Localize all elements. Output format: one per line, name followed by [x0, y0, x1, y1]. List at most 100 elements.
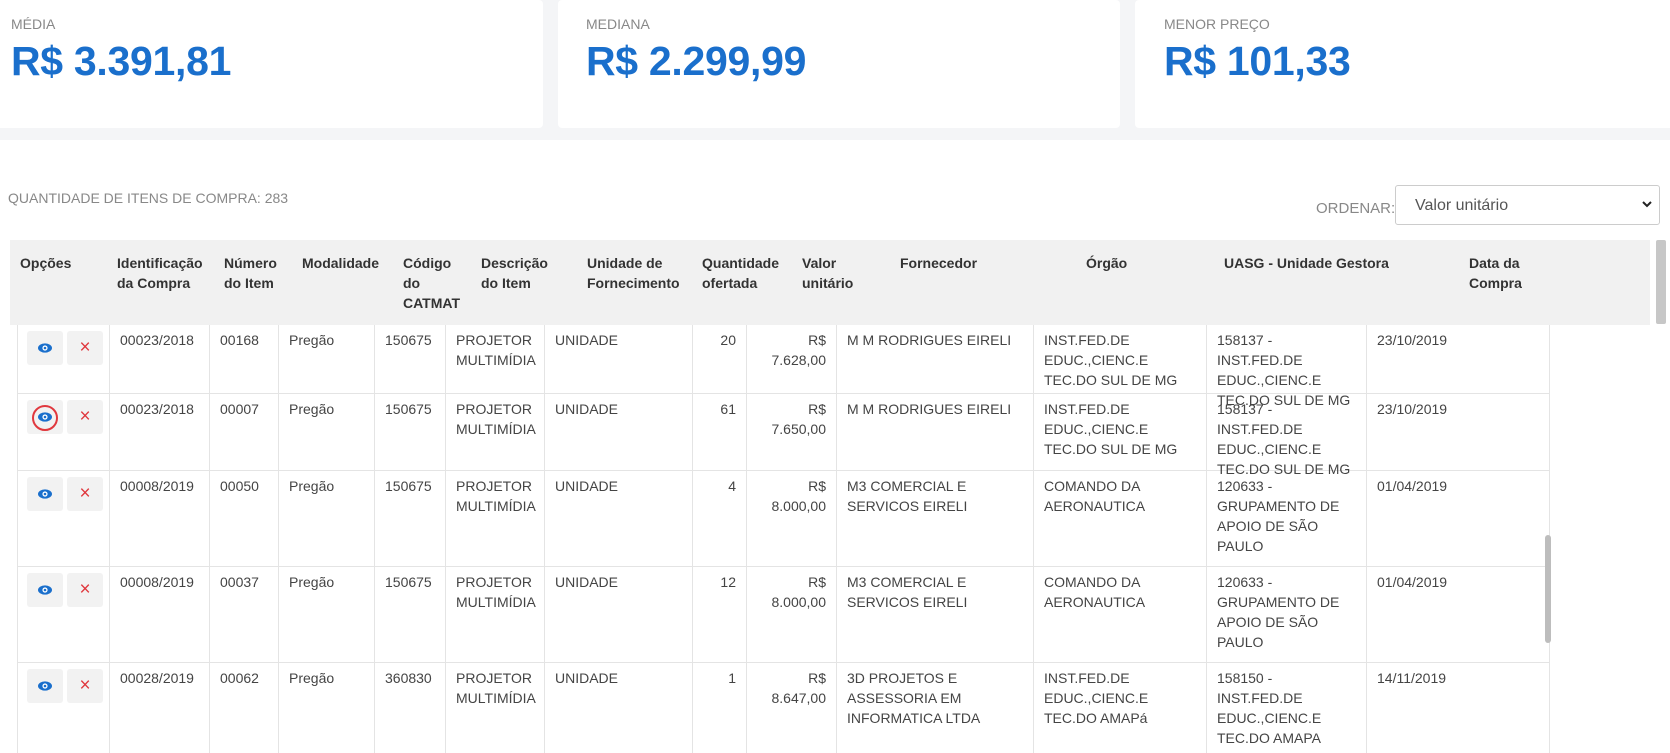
table-row: × 00023/2018 00168 Pregão 150675 PROJETO…: [18, 325, 1549, 408]
table-row: × 00028/2019 00062 Pregão 360830 PROJETO…: [18, 663, 1549, 753]
cell-codigo: 150675: [375, 325, 446, 393]
eye-icon: [38, 489, 52, 499]
cell-unidade: UNIDADE: [545, 471, 693, 566]
table-row: × 00023/2018 00007 Pregão 150675 PROJETO…: [18, 394, 1549, 477]
items-count: QUANTIDADE DE ITENS DE COMPRA: 283: [8, 190, 289, 206]
close-icon: ×: [79, 675, 91, 696]
stat-value-media: R$ 3.391,81: [11, 38, 232, 84]
cell-quantidade: 1: [693, 663, 747, 753]
cell-data: 01/04/2019: [1377, 478, 1448, 494]
cell-fornecedor: 3D PROJETOS E ASSESSORIA EM INFORMATICA …: [837, 663, 1034, 753]
col-header-uasg[interactable]: UASG - Unidade Gestora: [1224, 253, 1444, 273]
row-options: ×: [18, 663, 110, 753]
col-header-orgao[interactable]: Órgão: [1086, 253, 1206, 273]
col-header-valor[interactable]: Valor unitário: [802, 253, 862, 293]
cell-modalidade: Pregão: [279, 471, 375, 566]
row-options: ×: [18, 325, 110, 393]
cell-uasg: 120633 - GRUPAMENTO DE APOIO DE SÃO PAUL…: [1207, 567, 1367, 662]
cell-data: 23/10/2019: [1377, 401, 1448, 417]
delete-button[interactable]: ×: [67, 573, 103, 607]
cell-modalidade: Pregão: [279, 325, 375, 393]
col-header-descricao[interactable]: Descrição do Item: [481, 253, 559, 293]
cell-valor: R$ 8.000,00: [747, 471, 837, 566]
stat-value-menor-preco: R$ 101,33: [1164, 38, 1351, 84]
table-scrollbar-thumb[interactable]: [1545, 535, 1551, 643]
header-scrollbar[interactable]: [1656, 240, 1666, 324]
view-button[interactable]: [27, 400, 63, 434]
cell-codigo: 360830: [375, 663, 446, 753]
cell-numero: 00062: [210, 663, 279, 753]
cell-valor: R$ 7.628,00: [747, 325, 837, 393]
delete-button[interactable]: ×: [67, 331, 103, 365]
close-icon: ×: [79, 483, 91, 504]
close-icon: ×: [79, 579, 91, 600]
row-options: ×: [18, 394, 110, 470]
view-button[interactable]: [27, 669, 63, 703]
order-label: ORDENAR:: [1316, 200, 1396, 217]
col-header-data[interactable]: Data da Compra: [1469, 253, 1539, 293]
cell-modalidade: Pregão: [279, 663, 375, 753]
delete-button[interactable]: ×: [67, 400, 103, 434]
stat-card-mediana: MEDIANA R$ 2.299,99: [558, 0, 1120, 128]
cell-fornecedor: M3 COMERCIAL E SERVICOS EIRELI: [837, 567, 1034, 662]
cell-modalidade: Pregão: [279, 394, 375, 470]
cell-descricao: PROJETOR MULTIMÍDIA: [446, 394, 545, 470]
col-header-identificacao[interactable]: Identificação da Compra: [117, 253, 217, 293]
eye-icon: [38, 681, 52, 691]
cell-modalidade: Pregão: [279, 567, 375, 662]
stat-label-menor-preco: MENOR PREÇO: [1164, 16, 1270, 32]
cell-data: 23/10/2019: [1377, 332, 1448, 348]
cell-quantidade: 4: [693, 471, 747, 566]
cell-descricao: PROJETOR MULTIMÍDIA: [446, 663, 545, 753]
cell-codigo: 150675: [375, 567, 446, 662]
delete-button[interactable]: ×: [67, 477, 103, 511]
cell-unidade: UNIDADE: [545, 663, 693, 753]
view-button[interactable]: [27, 573, 63, 607]
view-button[interactable]: [27, 477, 63, 511]
cell-uasg: 158137 - INST.FED.DE EDUC.,CIENC.E TEC.D…: [1207, 325, 1367, 408]
stat-card-media: MÉDIA R$ 3.391,81: [0, 0, 543, 128]
cell-data: 01/04/2019: [1377, 574, 1448, 590]
cell-orgao: INST.FED.DE EDUC.,CIENC.E TEC.DO AMAPá: [1034, 663, 1207, 753]
col-header-numero[interactable]: Número do Item: [224, 253, 286, 293]
cell-fornecedor: M3 COMERCIAL E SERVICOS EIRELI: [837, 471, 1034, 566]
cell-unidade: UNIDADE: [545, 325, 693, 393]
cell-identificacao: 00008/2019: [110, 567, 210, 662]
col-header-unidade[interactable]: Unidade de Fornecimento: [587, 253, 692, 293]
cell-numero: 00007: [210, 394, 279, 470]
cell-numero: 00168: [210, 325, 279, 393]
cell-valor: R$ 8.647,00: [747, 663, 837, 753]
stat-label-mediana: MEDIANA: [586, 16, 650, 32]
row-options: ×: [18, 567, 110, 662]
col-header-modalidade[interactable]: Modalidade: [302, 253, 392, 273]
delete-button[interactable]: ×: [67, 669, 103, 703]
cell-codigo: 150675: [375, 471, 446, 566]
cell-uasg: 120633 - GRUPAMENTO DE APOIO DE SÃO PAUL…: [1207, 471, 1367, 566]
stat-value-mediana: R$ 2.299,99: [586, 38, 807, 84]
view-button[interactable]: [27, 331, 63, 365]
results-panel: QUANTIDADE DE ITENS DE COMPRA: 283 ORDEN…: [0, 140, 1670, 753]
cell-uasg: 158137 - INST.FED.DE EDUC.,CIENC.E TEC.D…: [1207, 394, 1367, 477]
stats-bar: MÉDIA R$ 3.391,81 MEDIANA R$ 2.299,99 ME…: [0, 0, 1670, 130]
cell-valor: R$ 8.000,00: [747, 567, 837, 662]
cell-orgao: INST.FED.DE EDUC.,CIENC.E TEC.DO SUL DE …: [1034, 325, 1207, 393]
cell-fornecedor: M M RODRIGUES EIRELI: [837, 394, 1034, 470]
cell-orgao: COMANDO DA AERONAUTICA: [1034, 567, 1207, 662]
col-header-quantidade[interactable]: Quantidade ofertada: [702, 253, 792, 293]
close-icon: ×: [79, 406, 91, 427]
cell-quantidade: 12: [693, 567, 747, 662]
cell-numero: 00037: [210, 567, 279, 662]
order-select[interactable]: Valor unitário: [1395, 185, 1660, 225]
cell-descricao: PROJETOR MULTIMÍDIA: [446, 567, 545, 662]
stat-label-media: MÉDIA: [11, 16, 56, 32]
cell-identificacao: 00008/2019: [110, 471, 210, 566]
cell-quantidade: 20: [693, 325, 747, 393]
table-row: × 00008/2019 00037 Pregão 150675 PROJETO…: [18, 567, 1549, 663]
eye-icon: [38, 412, 52, 422]
cell-numero: 00050: [210, 471, 279, 566]
row-options: ×: [18, 471, 110, 566]
col-header-codigo[interactable]: Código do CATMAT: [403, 253, 463, 313]
table-header: Opções Identificação da Compra Número do…: [10, 240, 1650, 325]
table-row: × 00008/2019 00050 Pregão 150675 PROJETO…: [18, 471, 1549, 567]
col-header-fornecedor[interactable]: Fornecedor: [900, 253, 1060, 273]
